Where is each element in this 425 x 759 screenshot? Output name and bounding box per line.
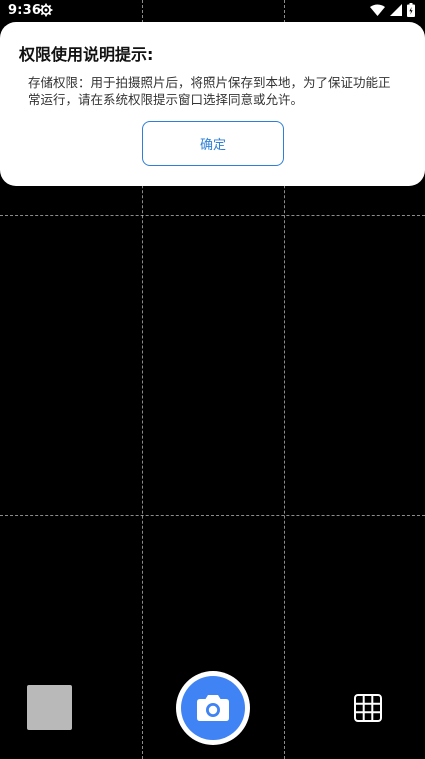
camera-screen: 9:36 权限使用说明提示: 存储权限：用于拍摄照片后，将照片保存到本地，为了保… (0, 0, 425, 759)
settings-icon (39, 3, 53, 17)
grid-line-horizontal-1 (0, 215, 425, 216)
wifi-icon (370, 4, 385, 16)
status-bar: 9:36 (0, 0, 425, 22)
signal-icon (390, 4, 402, 16)
grid-icon[interactable] (354, 694, 382, 722)
dialog-message: 存储权限：用于拍摄照片后，将照片保存到本地，为了保证功能正常运行，请在系统权限提… (28, 75, 391, 107)
grid-line-horizontal-2 (0, 515, 425, 516)
permission-dialog: 权限使用说明提示: 存储权限：用于拍摄照片后，将照片保存到本地，为了保证功能正常… (0, 22, 425, 186)
shutter-button[interactable] (176, 671, 250, 745)
gallery-thumbnail[interactable] (27, 685, 72, 730)
shutter-inner (181, 676, 245, 740)
status-time: 9:36 (8, 3, 42, 18)
confirm-button[interactable]: 确定 (142, 121, 284, 166)
status-icons (370, 3, 415, 17)
camera-icon (197, 695, 229, 721)
dialog-title: 权限使用说明提示: (19, 45, 154, 64)
battery-charging-icon (407, 3, 415, 17)
